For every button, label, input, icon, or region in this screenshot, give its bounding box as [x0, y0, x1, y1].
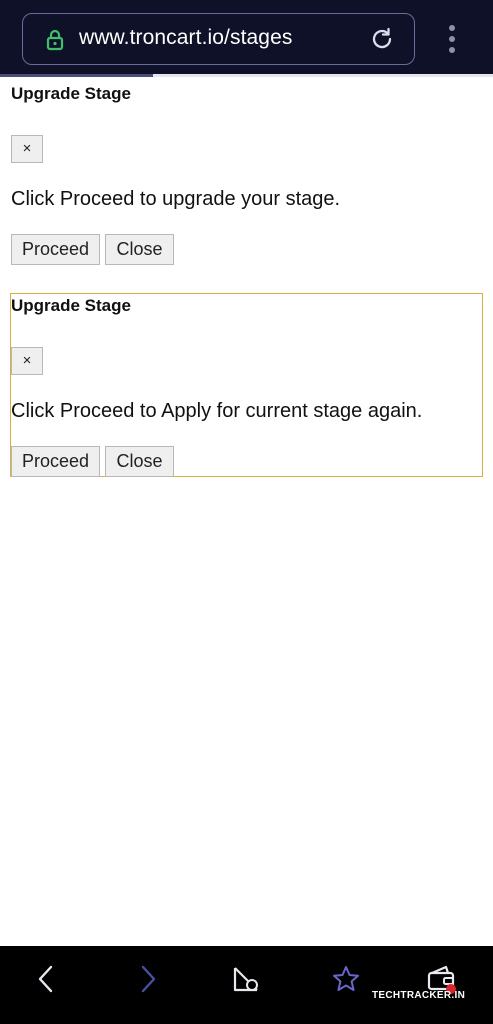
close-button[interactable]: Close [105, 446, 174, 477]
tabs-icon[interactable] [231, 964, 261, 994]
bottom-navigation-bar [0, 946, 493, 1024]
page-load-progress-fill [0, 74, 153, 77]
proceed-button[interactable]: Proceed [11, 446, 100, 477]
back-icon[interactable] [32, 964, 62, 994]
proceed-button[interactable]: Proceed [11, 234, 100, 265]
watermark: TECHTRACKER.IN [372, 990, 465, 1004]
lock-icon [46, 29, 64, 51]
apply-stage-again-dialog: Upgrade Stage × Click Proceed to Apply f… [10, 293, 483, 477]
page-load-progress [0, 74, 493, 77]
close-button[interactable]: Close [105, 234, 174, 265]
address-bar[interactable]: www.troncart.io/stages [22, 13, 415, 65]
reload-icon[interactable] [369, 26, 395, 52]
dialog-message: Click Proceed to upgrade your stage. [11, 188, 341, 210]
upgrade-stage-dialog: Upgrade Stage × Click Proceed to upgrade… [10, 82, 483, 272]
forward-icon[interactable] [132, 964, 162, 994]
watermark-text: TECHTRACKER.IN [372, 990, 466, 1001]
url-text: www.troncart.io/stages [79, 26, 293, 49]
dialog-close-x-button[interactable]: × [11, 135, 43, 163]
dialog-title: Upgrade Stage [11, 296, 131, 315]
bookmark-star-icon[interactable] [331, 964, 361, 994]
dialog-message: Click Proceed to Apply for current stage… [11, 400, 423, 422]
overflow-menu-icon[interactable] [443, 24, 461, 54]
dialog-close-x-button[interactable]: × [11, 347, 43, 375]
dialog-title: Upgrade Stage [11, 84, 131, 103]
browser-toolbar: www.troncart.io/stages [0, 0, 493, 74]
